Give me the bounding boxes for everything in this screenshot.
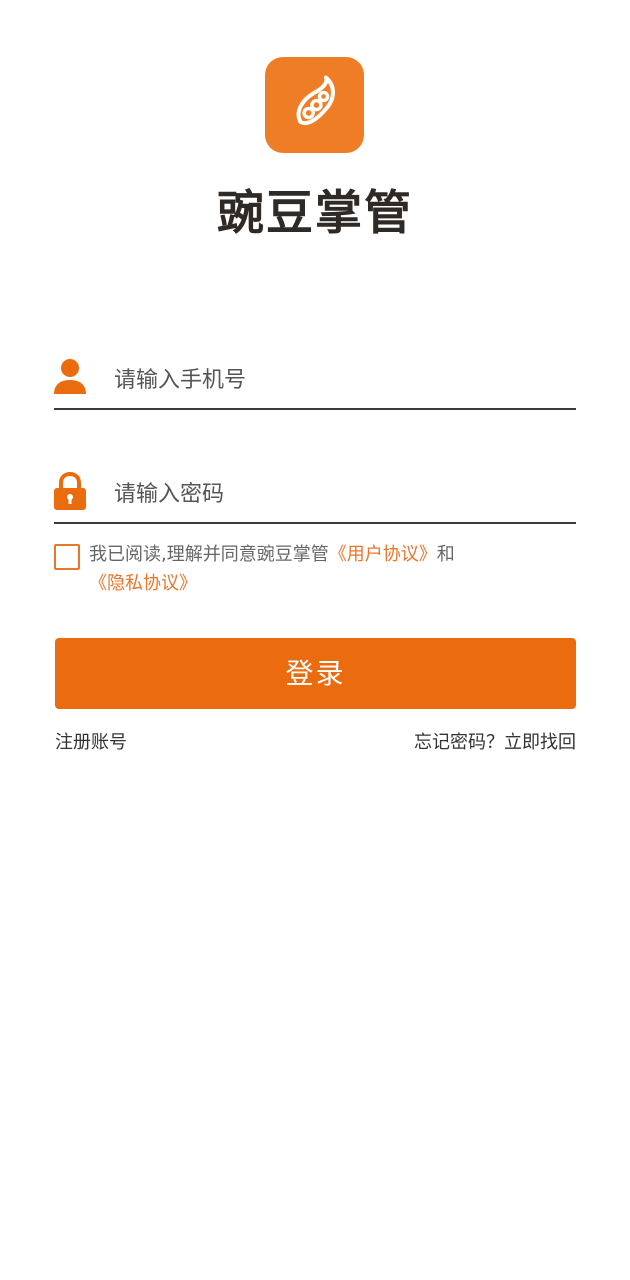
privacy-policy-link[interactable]: 《隐私协议》 [89, 573, 197, 594]
agreement-text: 我已阅读,理解并同意豌豆掌管《用户协议》和《隐私协议》 [89, 540, 489, 598]
register-link[interactable]: 注册账号 [55, 730, 127, 756]
app-name: 豌豆掌管 [217, 186, 413, 241]
password-input[interactable] [114, 474, 564, 514]
agreement-prefix: 我已阅读,理解并同意豌豆掌管 [89, 544, 329, 565]
user-agreement-link[interactable]: 《用户协议》 [329, 544, 437, 565]
agreement-conjunction: 和 [436, 544, 455, 565]
app-logo [265, 57, 364, 153]
agreement-checkbox[interactable] [54, 544, 80, 570]
user-icon [54, 359, 86, 394]
forgot-password-link[interactable]: 忘记密码？立即找回 [414, 730, 576, 756]
password-field[interactable] [54, 466, 576, 524]
login-button[interactable]: 登录 [55, 638, 576, 709]
lock-icon [54, 472, 86, 510]
phone-input[interactable] [114, 360, 564, 400]
pea-pod-icon [296, 75, 335, 126]
phone-field[interactable] [54, 352, 576, 410]
